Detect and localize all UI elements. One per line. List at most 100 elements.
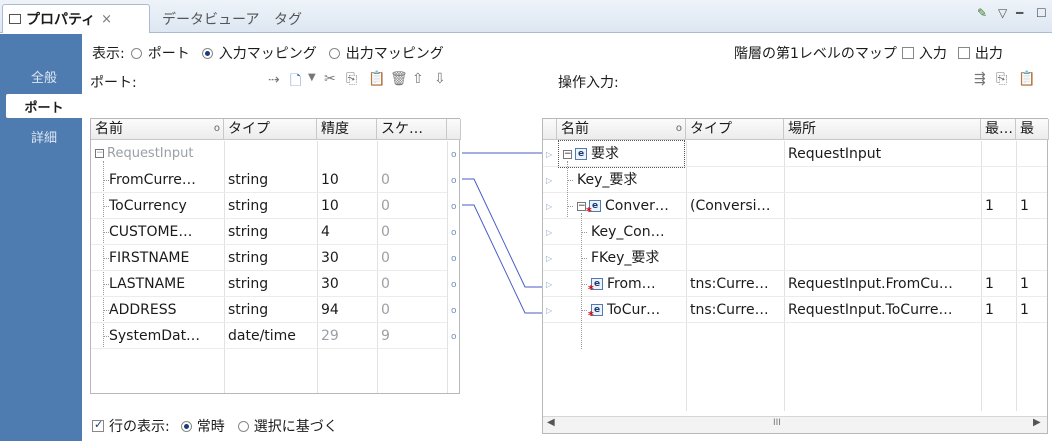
op-input-location[interactable] [784, 245, 981, 271]
paste-op-icon[interactable]: 📋 [1018, 71, 1035, 87]
col-header-op-type[interactable]: タイプ [686, 119, 784, 140]
radio-always[interactable] [180, 420, 192, 432]
link-fromcurrency[interactable] [462, 178, 542, 288]
tab-data-viewer[interactable]: データビューア [156, 4, 265, 33]
op-input-name[interactable]: Key_Con… [587, 219, 684, 245]
op-input-min[interactable] [981, 141, 1016, 167]
col-header-location[interactable]: 場所 [784, 119, 981, 140]
op-input-location[interactable] [784, 167, 981, 193]
op-input-type[interactable]: tns:Curre… [686, 271, 784, 297]
collapse-icon[interactable]: − [95, 149, 104, 158]
port-connector-dot[interactable]: o [451, 254, 457, 264]
collapse-icon[interactable]: − [563, 149, 572, 159]
tab-tags[interactable]: タグ [268, 4, 308, 33]
op-input-min[interactable]: 1 [981, 297, 1016, 323]
port-type[interactable]: date/time [224, 323, 317, 349]
scroll-thumb-grip[interactable]: III [773, 418, 781, 428]
port-group-row[interactable]: − RequestInput [91, 141, 224, 167]
copy-op-icon[interactable]: ⎘ [996, 71, 1007, 87]
port-connector-dot[interactable]: o [451, 176, 457, 186]
scroll-right-icon[interactable]: ▶ [1033, 417, 1041, 428]
port-connector-dot[interactable]: o [451, 306, 457, 316]
nav-item-details[interactable]: 詳細 [6, 124, 82, 148]
op-input-type[interactable] [686, 219, 784, 245]
op-input-type[interactable]: tns:Curre… [686, 297, 784, 323]
op-input-min[interactable] [981, 167, 1016, 193]
pin-view-icon[interactable]: ✎ [977, 6, 987, 20]
col-header-max[interactable]: 最 [1016, 119, 1049, 140]
hierarchy-input-checkbox[interactable] [901, 47, 914, 59]
cut-icon[interactable]: ✂ [324, 71, 336, 87]
op-input-min[interactable]: 1 [981, 193, 1016, 219]
op-input-name[interactable]: e * From… [587, 271, 684, 297]
port-type[interactable]: string [224, 193, 317, 219]
port-type[interactable]: string [224, 271, 317, 297]
new-port-icon[interactable]: 🗋 [290, 70, 301, 94]
port-precision[interactable]: 30 [317, 271, 377, 297]
op-input-min[interactable] [981, 219, 1016, 245]
paste-icon[interactable]: 📋 [368, 71, 385, 87]
view-menu-icon[interactable]: ▽ [998, 6, 1007, 20]
port-type[interactable]: string [224, 167, 317, 193]
port-name[interactable]: SystemDat… [105, 323, 224, 349]
port-precision[interactable]: 30 [317, 245, 377, 271]
op-input-location[interactable]: RequestInput.FromCu… [784, 271, 981, 297]
delete-icon[interactable]: 🗑 [390, 71, 408, 87]
port-type[interactable]: string [224, 245, 317, 271]
op-input-max[interactable]: 1 [1016, 193, 1049, 219]
port-scale[interactable]: 0 [377, 245, 447, 271]
port-connector-dot[interactable]: o [451, 228, 457, 238]
port-name[interactable]: CUSTOME… [105, 219, 224, 245]
hierarchy-output-checkbox[interactable] [957, 47, 970, 59]
op-input-name[interactable]: − e 要求 [558, 140, 685, 168]
op-input-max[interactable]: 1 [1016, 271, 1049, 297]
move-up-icon[interactable]: ⇧ [412, 71, 424, 87]
port-name[interactable]: LASTNAME [105, 271, 224, 297]
minimize-icon[interactable]: ━ [1016, 6, 1023, 20]
port-name[interactable]: ToCurrency [105, 193, 224, 219]
port-type[interactable]: string [224, 219, 317, 245]
port-scale[interactable]: 0 [377, 297, 447, 323]
op-input-max[interactable] [1016, 141, 1049, 167]
op-input-name[interactable]: − e * Conver… [573, 193, 684, 219]
tab-close-icon[interactable]: × [101, 12, 112, 27]
op-input-min[interactable]: 1 [981, 271, 1016, 297]
horizontal-scrollbar[interactable]: ◀ III ▶ [543, 416, 1047, 433]
op-input-name[interactable]: FKey_要求 [587, 245, 684, 271]
port-precision[interactable]: 10 [317, 167, 377, 193]
link-tocurrency[interactable] [462, 204, 542, 314]
port-scale[interactable]: 9 [377, 323, 447, 349]
op-input-location[interactable]: RequestInput.ToCurre… [784, 297, 981, 323]
op-input-location[interactable]: RequestInput [784, 141, 981, 167]
op-input-type[interactable]: (Conversi… [686, 193, 784, 219]
port-connector-dot[interactable]: o [451, 202, 457, 212]
op-input-type[interactable] [686, 167, 784, 193]
port-precision[interactable]: 94 [317, 297, 377, 323]
op-input-type[interactable] [686, 245, 784, 271]
scroll-left-icon[interactable]: ◀ [547, 417, 555, 428]
nav-item-general[interactable]: 全般 [6, 64, 82, 88]
radio-input-mapping[interactable] [201, 47, 213, 59]
col-header-op-name[interactable]: 名前 o [557, 119, 686, 140]
port-connector-dot[interactable]: o [451, 150, 457, 160]
port-precision[interactable]: 10 [317, 193, 377, 219]
nav-item-ports[interactable]: ポート [6, 94, 82, 118]
port-scale[interactable]: 0 [377, 167, 447, 193]
port-scale[interactable]: 0 [377, 219, 447, 245]
col-header-name[interactable]: 名前 o [91, 119, 224, 140]
port-scale[interactable]: 0 [377, 271, 447, 297]
op-input-min[interactable] [981, 245, 1016, 271]
op-input-max[interactable] [1016, 167, 1049, 193]
move-down-icon[interactable]: ⇩ [434, 71, 446, 87]
new-port-dropdown-icon[interactable]: ▼ [308, 72, 316, 83]
port-precision[interactable]: 4 [317, 219, 377, 245]
op-input-name[interactable]: Key_要求 [573, 167, 684, 193]
col-header-min[interactable]: 最… [981, 119, 1016, 140]
tab-properties[interactable]: プロパティ × [2, 4, 150, 33]
radio-ports[interactable] [130, 47, 142, 59]
col-header-type[interactable]: タイプ [224, 119, 317, 140]
op-input-type[interactable] [686, 141, 784, 167]
col-header-precision[interactable]: 精度 [317, 119, 377, 140]
maximize-icon[interactable]: ☐ [1036, 6, 1047, 20]
port-name[interactable]: ADDRESS [105, 297, 224, 323]
